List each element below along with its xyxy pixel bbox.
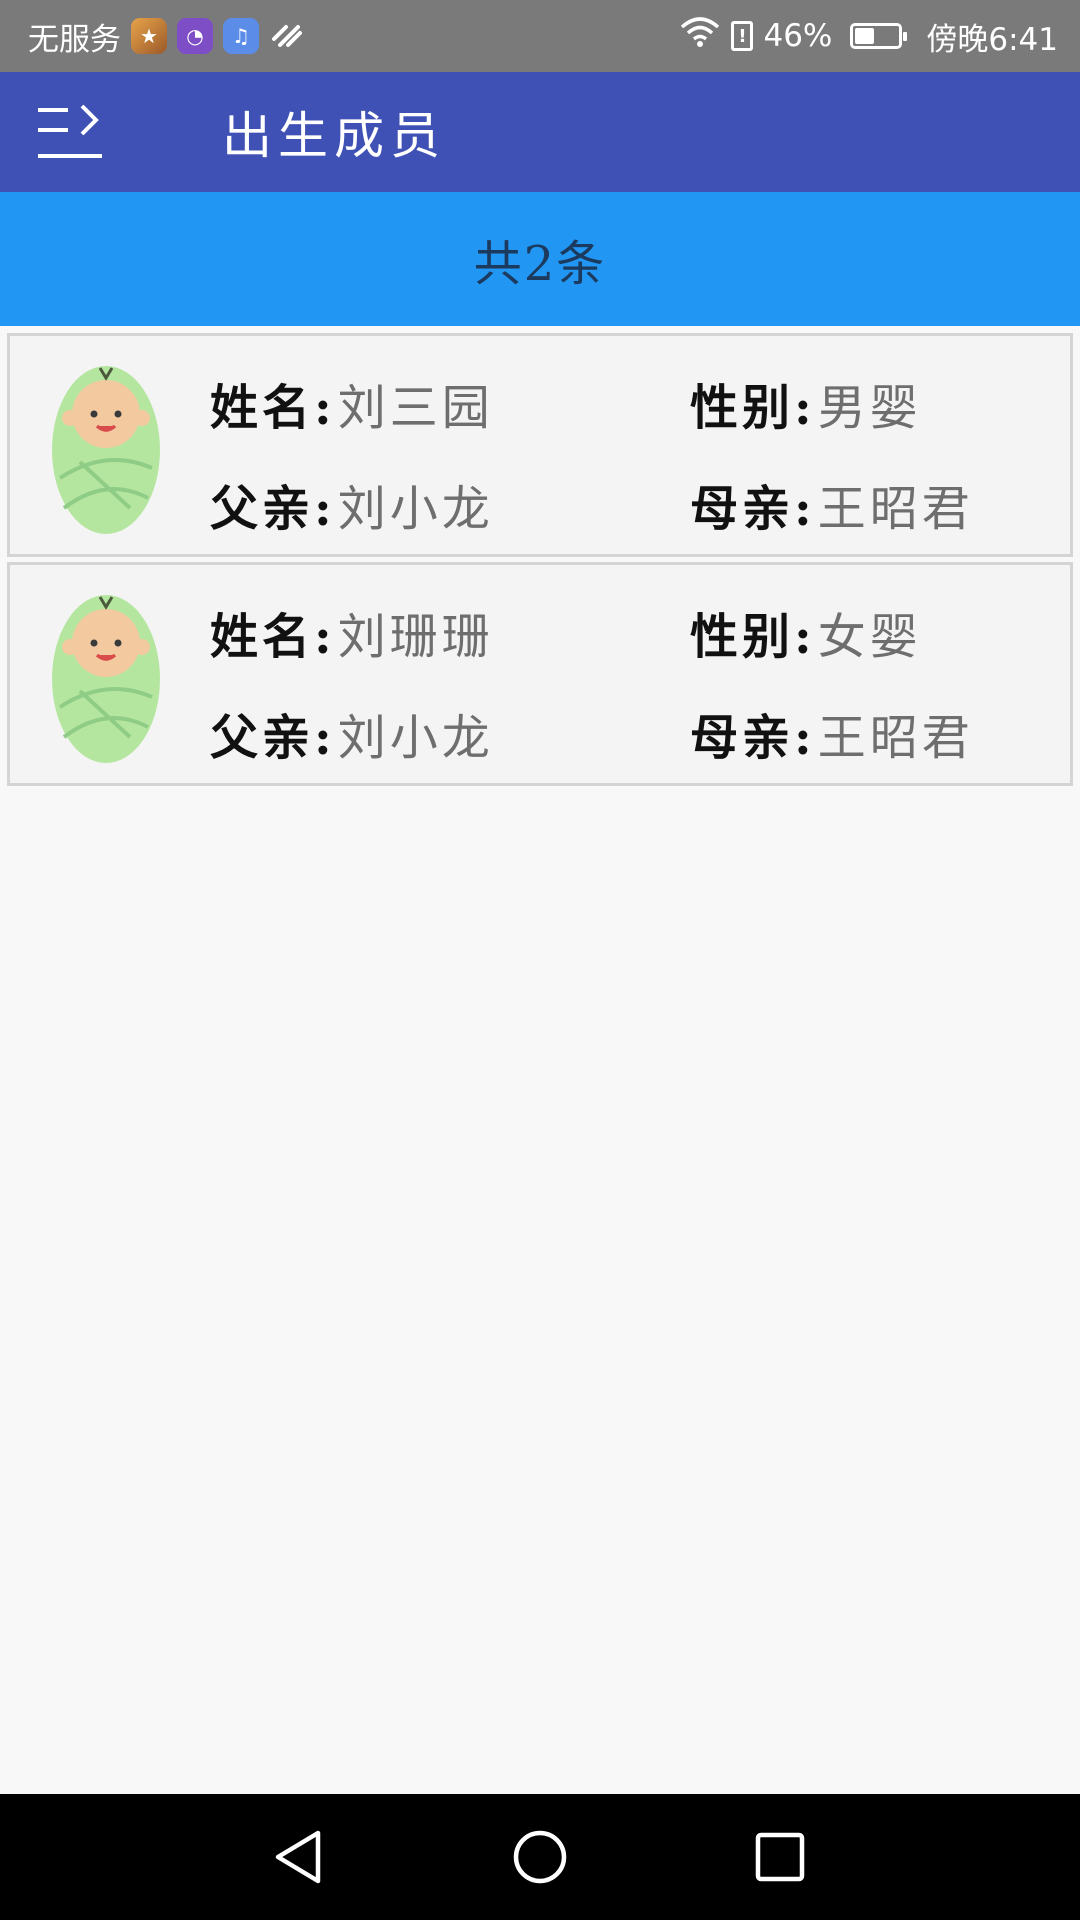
father-label: 父亲 [210, 481, 315, 537]
name-value: 刘珊珊 [337, 609, 494, 665]
chart-app-icon: ◔ [177, 18, 213, 54]
name-label: 姓名 [210, 609, 315, 665]
list-item[interactable]: 姓名: 刘三园 性别: 男婴 父亲: 刘小龙 母亲: 王昭君 [7, 333, 1073, 557]
father-field: 父亲: 刘小龙 [210, 469, 494, 539]
back-button[interactable] [255, 1812, 345, 1902]
record-count-banner: 共2条 [0, 192, 1080, 326]
mother-field: 母亲: 王昭君 [690, 698, 974, 768]
birth-record-list: 姓名: 刘三园 性别: 男婴 父亲: 刘小龙 母亲: 王昭君 姓名: 刘珊珊 性… [7, 333, 1073, 791]
mother-field: 母亲: 王昭君 [690, 469, 974, 539]
father-label: 父亲 [210, 710, 315, 766]
music-app-icon: ♫ [223, 18, 259, 54]
gender-value: 女婴 [817, 609, 922, 665]
status-left: 无服务 ★ ◔ ♫ [28, 14, 305, 59]
gender-field: 性别: 女婴 [690, 597, 922, 667]
alert-icon: ! [731, 21, 754, 51]
clock-time: 傍晚6:41 [926, 21, 1058, 58]
wifi-icon [679, 15, 721, 57]
mother-label: 母亲 [690, 710, 795, 766]
home-circle-icon [513, 1830, 567, 1884]
status-right: ! 46% 傍晚6:41 [679, 14, 1058, 59]
home-button[interactable] [495, 1812, 585, 1902]
gender-field: 性别: 男婴 [690, 368, 922, 438]
baby-avatar-icon [52, 595, 160, 763]
name-field: 姓名: 刘三园 [210, 368, 494, 438]
father-field: 父亲: 刘小龙 [210, 698, 494, 768]
system-navigation-bar [0, 1794, 1080, 1920]
gender-value: 男婴 [817, 380, 922, 436]
mother-value: 王昭君 [817, 481, 974, 537]
page-title: 出生成员 [222, 107, 446, 165]
gender-label: 性别 [690, 380, 795, 436]
father-value: 刘小龙 [337, 481, 494, 537]
father-value: 刘小龙 [337, 710, 494, 766]
back-triangle-icon [275, 1830, 321, 1884]
baby-avatar-icon [52, 366, 160, 534]
carrier-text: 无服务 [28, 21, 121, 58]
gender-label: 性别 [690, 609, 795, 665]
recents-button[interactable] [735, 1812, 825, 1902]
name-value: 刘三园 [337, 380, 494, 436]
battery-percent: 46% [763, 18, 833, 54]
menu-button[interactable] [0, 72, 140, 192]
app-toolbar: 出生成员 [0, 72, 1080, 192]
game-app-icon: ★ [131, 18, 167, 54]
list-item[interactable]: 姓名: 刘珊珊 性别: 女婴 父亲: 刘小龙 母亲: 王昭君 [7, 562, 1073, 786]
recents-square-icon [755, 1832, 805, 1882]
mother-label: 母亲 [690, 481, 795, 537]
battery-icon [850, 23, 908, 49]
name-field: 姓名: 刘珊珊 [210, 597, 494, 667]
menu-arrow-icon [38, 104, 102, 158]
link-app-icon [269, 18, 305, 54]
name-label: 姓名 [210, 380, 315, 436]
status-bar: 无服务 ★ ◔ ♫ ! 46% 傍晚6:41 [0, 0, 1080, 72]
mother-value: 王昭君 [817, 710, 974, 766]
